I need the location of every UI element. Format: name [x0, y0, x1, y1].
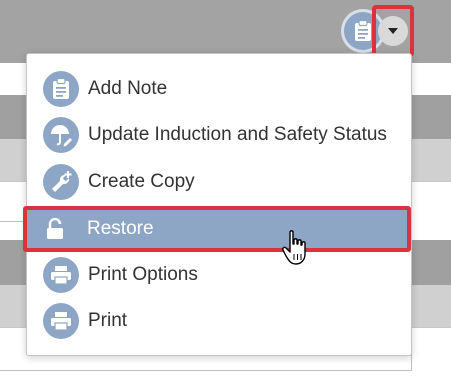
menu-item-print-options[interactable]: Print Options: [27, 253, 411, 297]
menu-item-label: Create Copy: [88, 171, 195, 192]
caret-down-icon: [388, 28, 398, 34]
unlock-icon: [43, 211, 67, 247]
menu-item-add-note[interactable]: Add Note: [27, 67, 411, 111]
clipboard-icon: [355, 20, 371, 41]
more-actions-dropdown-toggle[interactable]: [372, 5, 414, 57]
menu-item-label: Print Options: [88, 264, 198, 285]
dropdown-toggle-knob: [378, 16, 408, 46]
wrench-plus-icon: [43, 164, 79, 200]
umbrella-pencil-icon: [43, 117, 79, 153]
menu-item-label: Print: [88, 310, 128, 331]
printer-icon: [43, 303, 79, 339]
menu-item-label: Add Note: [88, 78, 168, 99]
menu-item-update-induction-safety-status[interactable]: Update Induction and Safety Status: [27, 113, 411, 157]
actions-dropdown-menu: Add Note Update Induction and Safety Sta…: [23, 53, 412, 356]
menu-item-restore[interactable]: Restore: [23, 206, 411, 252]
menu-item-label: Update Induction and Safety Status: [88, 124, 387, 145]
menu-item-label: Restore: [87, 218, 154, 239]
menu-item-create-copy[interactable]: Create Copy: [27, 160, 411, 204]
printer-icon: [43, 257, 79, 293]
hand-pointer-cursor-icon: [282, 230, 306, 265]
clipboard-note-icon: [43, 71, 79, 107]
page: Add Note Update Induction and Safety Sta…: [0, 0, 451, 383]
menu-item-print[interactable]: Print: [27, 299, 411, 343]
